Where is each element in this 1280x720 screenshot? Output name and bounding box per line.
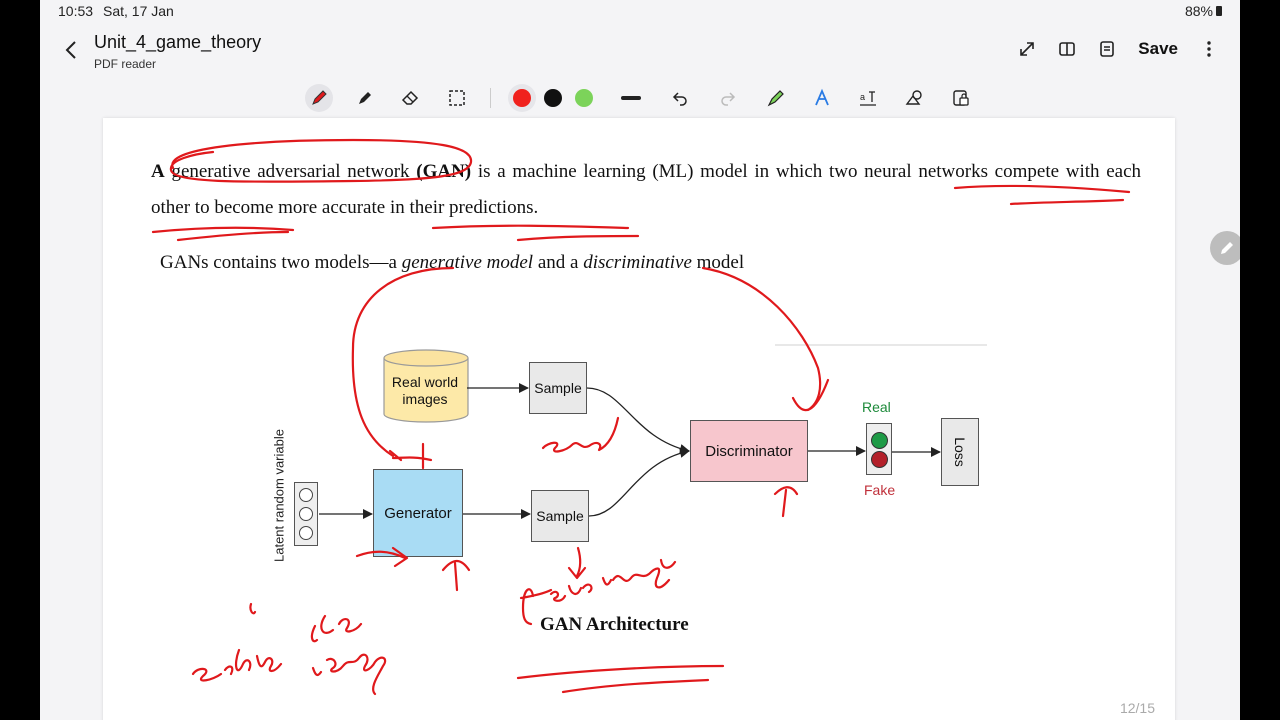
- pencil-icon: [1221, 242, 1233, 254]
- fullscreen-button[interactable]: [1016, 36, 1038, 62]
- book-icon: [1059, 42, 1076, 56]
- toolbar-divider: [490, 88, 491, 108]
- more-options-button[interactable]: [1198, 36, 1220, 62]
- fountain-pen-tool[interactable]: [762, 84, 790, 112]
- lock-tool[interactable]: [947, 84, 975, 112]
- lasso-select-tool[interactable]: [443, 84, 471, 112]
- stroke-width-tool[interactable]: [617, 84, 645, 112]
- line-width-icon: [621, 96, 641, 100]
- arrow-fake-sample-to-discriminator: [588, 448, 690, 517]
- save-button[interactable]: Save: [1136, 39, 1180, 59]
- real-light: [871, 432, 888, 449]
- diagram-caption: GAN Architecture: [540, 614, 689, 635]
- sample-fake-label: Sample: [536, 508, 584, 524]
- back-button[interactable]: [60, 38, 84, 62]
- latent-vector: [294, 482, 318, 546]
- handwriting-icon: [815, 88, 829, 106]
- latent-variable-label: Latent random variable: [271, 429, 287, 562]
- pen-tool[interactable]: [305, 84, 333, 112]
- document-icon: [1100, 41, 1115, 57]
- color-green[interactable]: [575, 89, 593, 107]
- latent-node: [299, 488, 313, 502]
- generator-label: Generator: [384, 504, 452, 522]
- eraser-tool[interactable]: [396, 84, 424, 112]
- sample-box-fake: Sample: [531, 490, 589, 542]
- app-bar: Unit_4_game_theory PDF reader Save: [40, 24, 1240, 76]
- discriminator-label: Discriminator: [705, 442, 793, 460]
- chevron-left-icon: [65, 41, 76, 59]
- battery-icon: [1216, 6, 1222, 16]
- arrow-real-sample-to-discriminator: [586, 387, 690, 454]
- text-tool[interactable]: a: [854, 84, 882, 112]
- page-list-button[interactable]: [1096, 36, 1118, 62]
- undo-button[interactable]: [666, 84, 694, 112]
- generator-box: Generator: [373, 469, 463, 557]
- document-subtitle: PDF reader: [94, 57, 157, 71]
- eraser-icon: [401, 90, 419, 105]
- loss-box: Loss: [941, 418, 979, 486]
- document-title: Unit_4_game_theory: [94, 32, 262, 52]
- status-bar: 10:53 Sat, 17 Jan 88%: [40, 0, 1240, 24]
- undo-icon: [672, 92, 687, 106]
- real-world-images-store: Real world images: [383, 350, 467, 422]
- redo-icon: [721, 92, 736, 106]
- fountain-pen-icon: [767, 90, 784, 107]
- loss-label: Loss: [951, 437, 968, 467]
- status-date: Sat, 17 Jan: [103, 3, 174, 19]
- shape-recognition-tool[interactable]: [808, 84, 836, 112]
- lasso-select-icon: [449, 90, 465, 106]
- color-black[interactable]: [544, 89, 562, 107]
- expand-icon: [1020, 42, 1035, 56]
- shapes-icon: [905, 90, 922, 105]
- lock-icon: [953, 90, 969, 106]
- shapes-tool[interactable]: [900, 84, 928, 112]
- annotation-toolbar: a: [40, 76, 1240, 120]
- latent-node: [299, 507, 313, 521]
- floating-pen-button[interactable]: [1210, 231, 1240, 265]
- page-indicator: 12/15: [1119, 700, 1155, 716]
- svg-text:a: a: [860, 92, 865, 102]
- text-box-icon: a: [860, 91, 876, 106]
- status-time: 10:53: [58, 3, 94, 19]
- fake-light: [871, 451, 888, 468]
- pdf-page[interactable]: A generative adversarial network (GAN) i…: [103, 118, 1175, 720]
- color-red[interactable]: [513, 89, 531, 107]
- tablet-screen: 10:53 Sat, 17 Jan 88% Unit_4_game_theory…: [40, 0, 1240, 720]
- sample-box-real: Sample: [529, 362, 587, 414]
- battery-level: 88%: [1184, 3, 1213, 19]
- real-label: Real: [862, 399, 891, 415]
- pen-icon: [312, 90, 327, 105]
- fake-label: Fake: [864, 482, 896, 498]
- redo-button[interactable]: [714, 84, 742, 112]
- sample-real-label: Sample: [534, 380, 582, 396]
- highlighter-icon: [359, 92, 371, 104]
- battery-status: 88%: [1185, 3, 1222, 19]
- real-fake-indicator: [866, 423, 892, 475]
- more-vertical-icon: [1207, 41, 1211, 57]
- db-label: Real world images: [391, 374, 459, 407]
- highlighter-tool[interactable]: [351, 84, 379, 112]
- latent-node: [299, 526, 313, 540]
- view-mode-button[interactable]: [1056, 36, 1078, 62]
- discriminator-box: Discriminator: [690, 420, 808, 482]
